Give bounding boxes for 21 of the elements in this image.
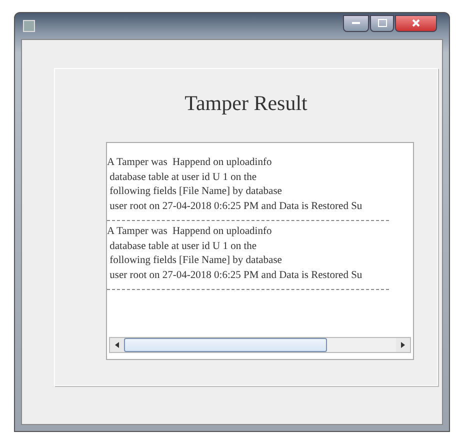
horizontal-scrollbar[interactable] (109, 337, 411, 353)
panel-heading: Tamper Result (184, 91, 308, 116)
result-line: A Tamper was Happend on uploadinfo (107, 156, 273, 170)
close-button[interactable] (395, 14, 437, 32)
result-line: database table at user id U 1 on the (108, 170, 258, 184)
result-line: database table at user id U 1 on the (108, 240, 258, 254)
result-line: following fields [File Name] by database (108, 185, 283, 199)
close-icon (412, 19, 420, 27)
result-text-area[interactable] (106, 142, 414, 360)
maximize-button[interactable] (370, 14, 394, 32)
result-line: user root on 27-04-2018 0:6:25 PM and Data is Restored Su (108, 268, 364, 282)
scroll-left-icon[interactable] (110, 338, 124, 352)
minimize-button[interactable] (343, 14, 369, 32)
maximize-icon (378, 19, 386, 27)
scroll-right-icon[interactable] (396, 338, 410, 352)
scroll-thumb[interactable] (124, 338, 328, 352)
result-line: A Tamper was Happend on uploadinfo (107, 225, 273, 239)
result-line: user root on 27-04-2018 0:6:25 PM and Data is Restored Su (108, 200, 364, 214)
app-icon (23, 20, 35, 32)
minimize-icon (352, 22, 360, 24)
result-line: following fields [File Name] by database (108, 254, 283, 268)
